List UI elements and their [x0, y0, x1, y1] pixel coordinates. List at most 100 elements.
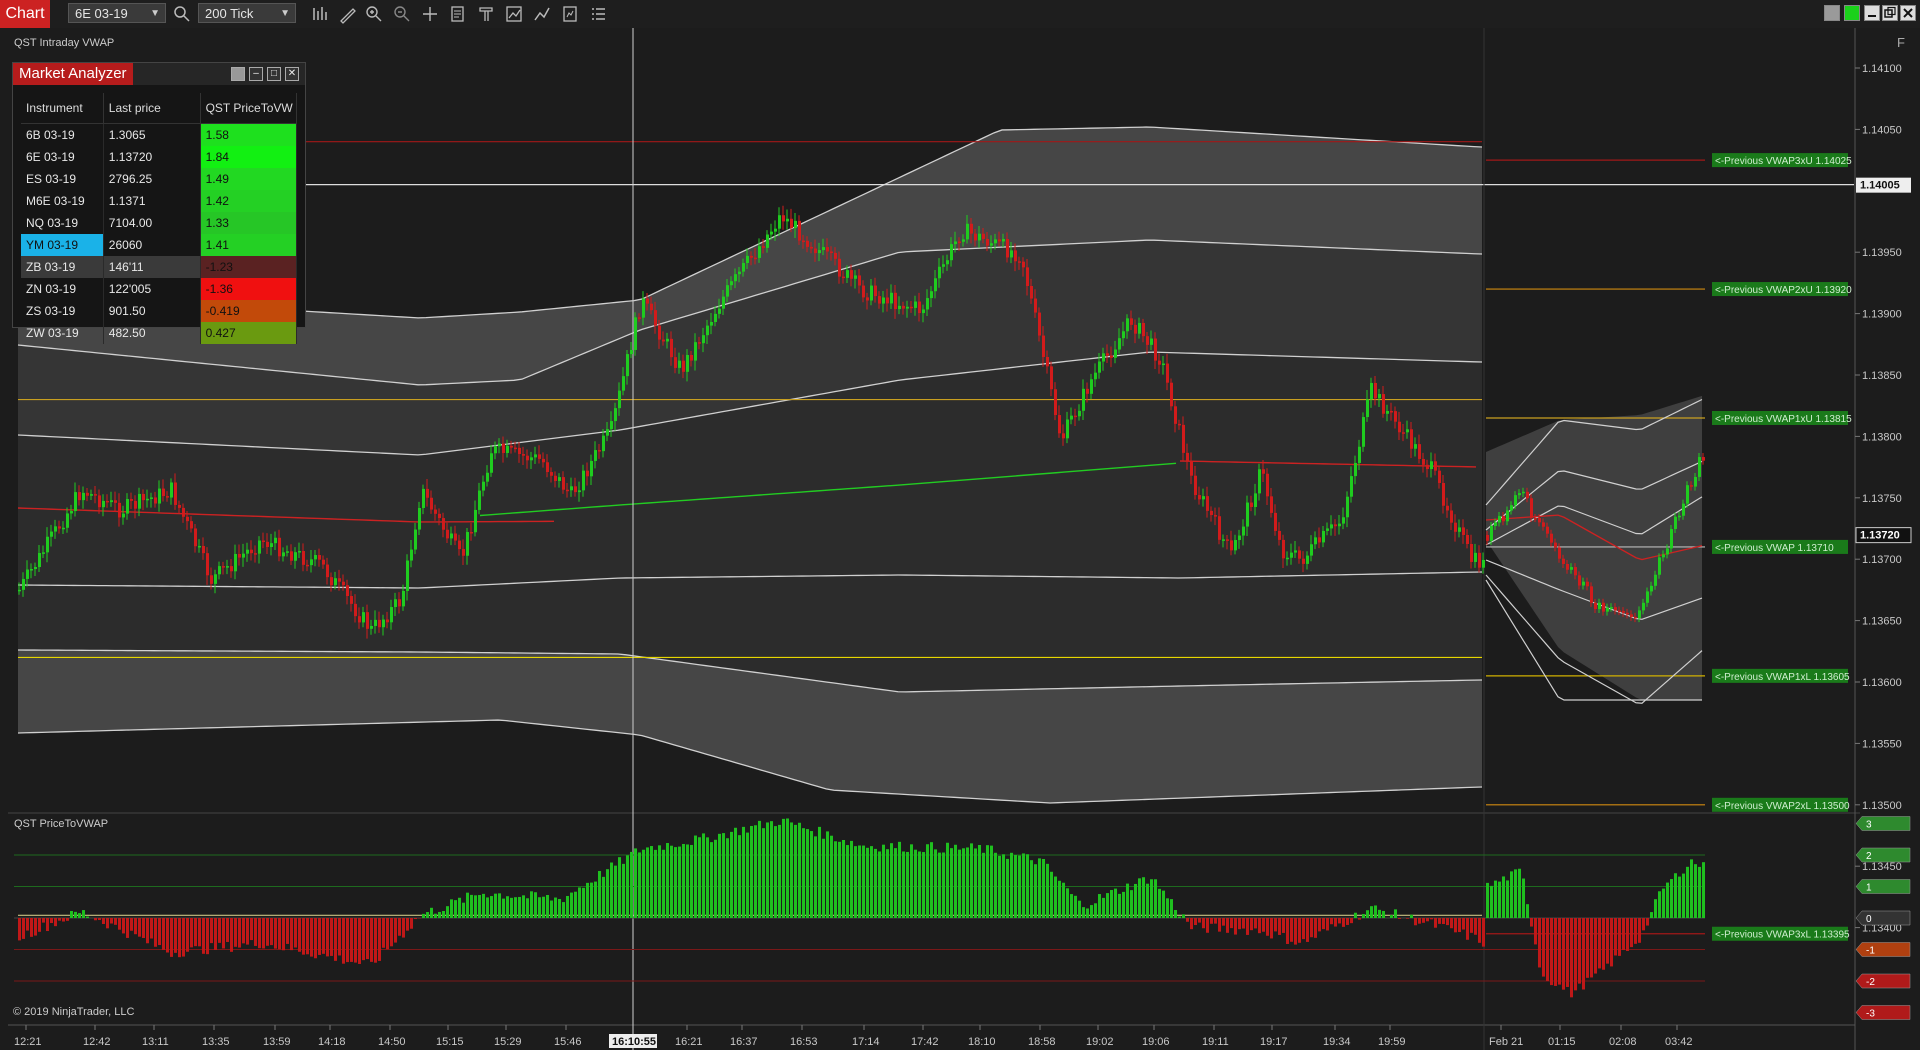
data-box-icon[interactable]	[588, 4, 608, 24]
histogram-bar	[858, 845, 861, 918]
column-header[interactable]: Last price	[103, 93, 201, 124]
histogram-bar	[342, 918, 345, 964]
maximize-icon[interactable]: □	[267, 67, 281, 81]
histogram-bar	[514, 897, 517, 918]
candle-body	[1250, 502, 1253, 507]
histogram-bar	[990, 845, 993, 918]
zoom-in-icon[interactable]	[364, 4, 384, 24]
indicators-icon[interactable]	[504, 4, 524, 24]
candle-body	[390, 607, 393, 623]
market-analyzer-titlebar[interactable]: Market Analyzer – □ ✕	[13, 63, 305, 85]
histogram-bar	[622, 863, 625, 918]
candle-body	[1502, 516, 1505, 522]
instrument-cell[interactable]: ZB 03-19	[21, 256, 104, 278]
instrument-cell[interactable]: 6E 03-19	[21, 146, 104, 168]
table-row[interactable]: ZS 03-19 901.50 -0.419	[21, 300, 298, 322]
candle-body	[610, 421, 613, 430]
chart-tab[interactable]: Chart	[0, 0, 50, 28]
last-price-cell: 901.50	[103, 300, 201, 322]
table-row[interactable]: M6E 03-19 1.1371 1.42	[21, 190, 298, 212]
minimize-icon[interactable]: –	[249, 67, 263, 81]
histogram-bar	[1190, 918, 1193, 930]
candle-body	[1510, 505, 1513, 511]
restore-icon[interactable]	[231, 67, 245, 81]
histogram-bar	[1562, 918, 1565, 990]
candle-body	[138, 493, 141, 509]
instrument-cell[interactable]: YM 03-19	[21, 234, 104, 256]
candle-body	[1290, 552, 1293, 558]
candle-body	[898, 305, 901, 310]
candle-body	[882, 297, 885, 304]
candle-body	[410, 549, 413, 561]
table-row[interactable]: ZB 03-19 146'11 -1.23	[21, 256, 298, 278]
histogram-bar	[550, 900, 553, 918]
instrument-cell[interactable]: ZS 03-19	[21, 300, 104, 322]
histogram-bar	[950, 848, 953, 918]
candle-body	[1558, 547, 1561, 559]
crosshair-icon[interactable]	[420, 4, 440, 24]
candle-body	[534, 454, 537, 458]
candle-body	[1198, 495, 1201, 500]
bar-style-icon[interactable]	[310, 4, 330, 24]
histogram-bar	[54, 918, 57, 927]
instrument-cell[interactable]: ZN 03-19	[21, 278, 104, 300]
templates-icon[interactable]	[448, 4, 468, 24]
table-row[interactable]: ZN 03-19 122'005 -1.36	[21, 278, 298, 300]
candle-body	[1030, 285, 1033, 299]
close-icon[interactable]: ✕	[285, 67, 299, 81]
search-icon[interactable]	[172, 4, 192, 24]
histogram-bar	[666, 843, 669, 918]
histogram-bar	[106, 918, 109, 929]
candle-body	[474, 509, 477, 533]
histogram-bar	[802, 828, 805, 918]
candle-body	[1438, 470, 1441, 483]
draw-tool-icon[interactable]	[338, 4, 358, 24]
instrument-cell[interactable]: ZW 03-19	[21, 322, 104, 344]
price-to-vwap-cell: -0.419	[200, 300, 298, 322]
candle-body	[890, 292, 893, 304]
maximize-icon[interactable]	[1882, 5, 1898, 21]
candle-body	[1414, 444, 1417, 449]
restore-icon[interactable]	[1824, 5, 1840, 21]
interval-selector[interactable]: 200 Tick ▼	[198, 3, 296, 23]
table-row[interactable]: 6E 03-19 1.13720 1.84	[21, 146, 298, 168]
time-tick-label: 03:42	[1665, 1036, 1693, 1048]
instrument-selector[interactable]: 6E 03-19 ▼	[68, 3, 166, 23]
instrument-cell[interactable]: NQ 03-19	[21, 212, 104, 234]
link-color-icon[interactable]	[1844, 5, 1860, 21]
histogram-bar	[510, 897, 513, 918]
histogram-bar	[1422, 918, 1425, 923]
table-row[interactable]: ZW 03-19 482.50 0.427	[21, 322, 298, 344]
f-label[interactable]: F	[1897, 35, 1905, 50]
candle-body	[110, 500, 113, 503]
table-row[interactable]: NQ 03-19 7104.00 1.33	[21, 212, 298, 234]
candle-body	[510, 445, 513, 448]
histogram-bar	[1042, 858, 1045, 918]
instrument-cell[interactable]: 6B 03-19	[21, 123, 104, 146]
instrument-cell[interactable]: ES 03-19	[21, 168, 104, 190]
histogram-bar	[154, 918, 157, 947]
close-icon[interactable]	[1900, 5, 1916, 21]
minimize-icon[interactable]	[1864, 5, 1880, 21]
table-row[interactable]: ES 03-19 2796.25 1.49	[21, 168, 298, 190]
table-row[interactable]: 6B 03-19 1.3065 1.58	[21, 123, 298, 146]
strategies-icon[interactable]	[476, 4, 496, 24]
column-header[interactable]: QST PriceToVW	[200, 93, 298, 124]
candle-body	[1034, 298, 1037, 313]
histogram-bar	[710, 842, 713, 918]
price-tick-label: 1.13450	[1862, 861, 1902, 873]
zoom-out-icon[interactable]	[392, 4, 412, 24]
candle-body	[442, 518, 445, 530]
chart-trader-icon[interactable]	[532, 4, 552, 24]
candle-body	[1598, 602, 1601, 610]
column-header[interactable]: Instrument	[21, 93, 104, 124]
histogram-bar	[1326, 918, 1329, 931]
candle-body	[330, 577, 333, 586]
market-analyzer-window[interactable]: Market Analyzer – □ ✕ Instrument Last pri…	[12, 62, 306, 344]
candle-body	[1106, 353, 1109, 356]
histogram-bar	[686, 844, 689, 918]
properties-icon[interactable]	[560, 4, 580, 24]
candle-body	[22, 578, 25, 590]
table-row[interactable]: YM 03-19 26060 1.41	[21, 234, 298, 256]
instrument-cell[interactable]: M6E 03-19	[21, 190, 104, 212]
